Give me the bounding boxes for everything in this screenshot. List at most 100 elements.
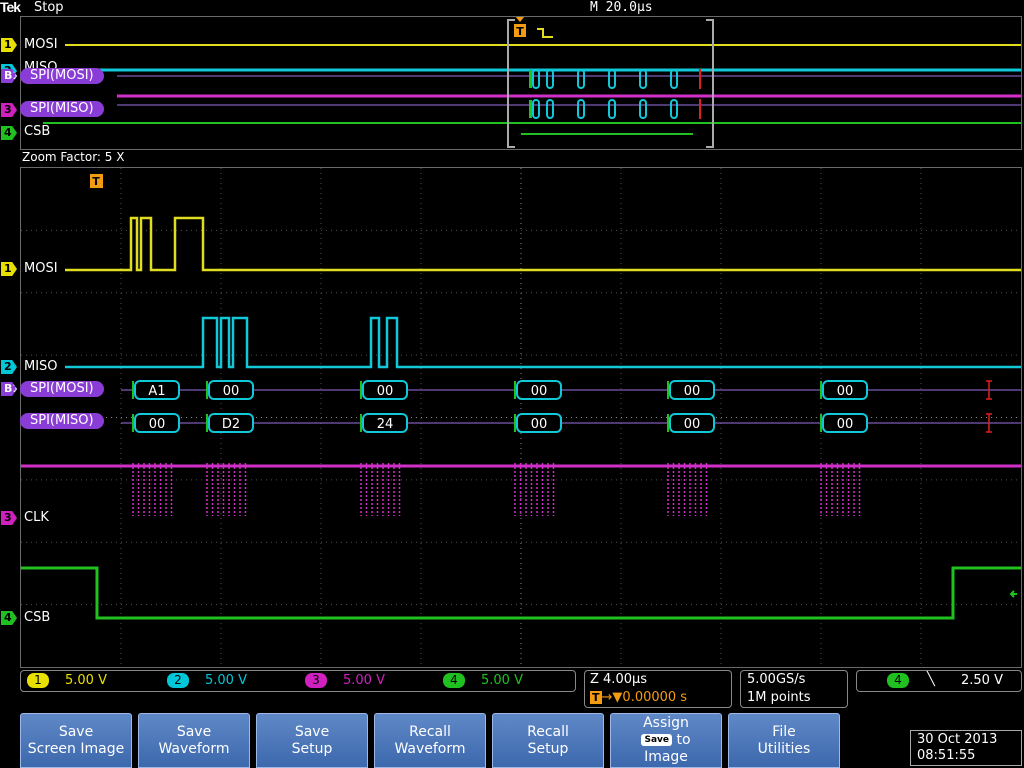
softkey-line2: Setup bbox=[527, 740, 569, 757]
overview-bus-miso-packet bbox=[608, 99, 616, 119]
trigger-level-value: 2.50 V bbox=[961, 673, 1003, 688]
file-utilities-button[interactable]: File Utilities bbox=[728, 713, 840, 768]
overview-bus-mosi-label: SPI(MOSI) bbox=[20, 68, 104, 84]
zoom-time-value: Z 4.00µs bbox=[590, 672, 648, 687]
sample-rate-value: 5.00GS/s bbox=[747, 672, 806, 687]
save-setup-button[interactable]: Save Setup bbox=[256, 713, 368, 768]
softkey-line1: Save bbox=[58, 723, 94, 740]
overview-bus-mosi-packet bbox=[670, 69, 678, 89]
assign-save-button[interactable]: Assign Save to Image bbox=[610, 713, 722, 768]
overview-bus-mosi-packet bbox=[639, 69, 647, 89]
overview-trigger-arrow bbox=[515, 17, 525, 22]
zoom-ch4-label: CSB bbox=[24, 610, 51, 625]
mosi-byte-text: 00 bbox=[531, 384, 548, 399]
zoom-clk-burst bbox=[820, 463, 861, 516]
miso-byte-text: 00 bbox=[837, 417, 854, 432]
softkey-line1: File bbox=[772, 723, 796, 740]
ch2-badge: 2 bbox=[167, 673, 189, 688]
horizontal-scale-readout: M 20.0µs bbox=[590, 0, 653, 15]
ch4-badge: 4 bbox=[443, 673, 465, 688]
miso-byte-text: 00 bbox=[684, 417, 701, 432]
overview-traces: T bbox=[43, 17, 1021, 148]
overview-waveform-pane[interactable]: T bbox=[20, 16, 1022, 150]
overview-ch4-label: CSB bbox=[24, 124, 51, 139]
trigger-readout[interactable]: 4 ╲ 2.50 V bbox=[856, 670, 1022, 692]
overview-bus-mosi-packet bbox=[608, 69, 616, 89]
mosi-byte-text: 00 bbox=[377, 384, 394, 399]
softkey-line2: Setup bbox=[291, 740, 333, 757]
softkey-line1: Save bbox=[294, 723, 330, 740]
overview-bus-miso-packet bbox=[639, 99, 647, 119]
zoom-ch2-label: MISO bbox=[24, 359, 58, 374]
ch4-scale-value: 5.00 V bbox=[481, 673, 523, 688]
recall-waveform-button[interactable]: Recall Waveform bbox=[374, 713, 486, 768]
softkey-line1: Assign bbox=[643, 715, 689, 731]
ch1-scale-readout[interactable]: 1 5.00 V bbox=[27, 673, 107, 688]
recall-setup-button[interactable]: Recall Setup bbox=[492, 713, 604, 768]
zoom-timebase-readout[interactable]: Z 4.00µs T →▼0.00000 s bbox=[584, 670, 732, 708]
overview-bus-miso-label: SPI(MISO) bbox=[20, 101, 104, 117]
mosi-byte-text: 00 bbox=[837, 384, 854, 399]
zoom-ch3-marker[interactable]: 3 bbox=[1, 511, 17, 525]
miso-byte-text: 00 bbox=[149, 417, 166, 432]
channel-scale-readouts[interactable]: 1 5.00 V 2 5.00 V 3 5.00 V 4 5.00 V bbox=[20, 670, 576, 692]
ch3-scale-value: 5.00 V bbox=[343, 673, 385, 688]
ch3-scale-readout[interactable]: 3 5.00 V bbox=[305, 673, 385, 688]
overview-bus-mosi-packet bbox=[577, 69, 585, 89]
softkey-line1: Recall bbox=[527, 723, 569, 740]
overview-bus-mosi-packet bbox=[532, 69, 540, 89]
softkey-line2: Waveform bbox=[394, 740, 466, 757]
zoom-miso-trace bbox=[65, 316, 1021, 369]
ch4-scale-readout[interactable]: 4 5.00 V bbox=[443, 673, 523, 688]
zoom-mosi-trace bbox=[65, 216, 1021, 272]
overview-bus-mosi-packet bbox=[546, 69, 554, 89]
overview-bus-miso-packet bbox=[546, 99, 554, 119]
acquisition-readout[interactable]: 5.00GS/s 1M points bbox=[740, 670, 848, 708]
zoom-bus-mosi-label: SPI(MOSI) bbox=[20, 381, 104, 397]
trigger-position-readout: T →▼0.00000 s bbox=[590, 690, 687, 705]
zoom-ch1-label: MOSI bbox=[24, 261, 58, 276]
trigger-source-badge: 4 bbox=[887, 673, 909, 688]
overview-bus-start-mark bbox=[529, 70, 532, 88]
overview-ch1-label: MOSI bbox=[24, 37, 58, 52]
overview-ch3-marker[interactable]: 3 bbox=[1, 103, 17, 117]
zoom-clk-burst bbox=[360, 463, 401, 516]
softkey-line2: Waveform bbox=[158, 740, 230, 757]
miso-byte-text: D2 bbox=[222, 417, 240, 432]
overview-bus-miso-packet bbox=[577, 99, 585, 119]
overview-bus-miso-packet bbox=[532, 99, 540, 119]
miso-byte-text: 00 bbox=[531, 417, 548, 432]
save-key-icon: Save bbox=[641, 734, 672, 746]
zoom-window-left-bracket bbox=[507, 19, 515, 148]
softkey-line3: Image bbox=[644, 749, 688, 765]
softkey-line1: Recall bbox=[409, 723, 451, 740]
overview-mosi-burst bbox=[537, 28, 553, 38]
zoom-traces: T A1 00 00 00 00 00 00 D2 24 00 00 00 bbox=[21, 168, 1021, 667]
falling-edge-icon: ╲ bbox=[927, 672, 935, 687]
ch2-scale-readout[interactable]: 2 5.00 V bbox=[167, 673, 247, 688]
zoom-clk-burst bbox=[132, 463, 173, 516]
ch2-scale-value: 5.00 V bbox=[205, 673, 247, 688]
zoom-ch1-marker[interactable]: 1 bbox=[1, 262, 17, 276]
zoom-ch2-marker[interactable]: 2 bbox=[1, 360, 17, 374]
miso-byte-text: 24 bbox=[377, 417, 394, 432]
csb-trigger-level-marker bbox=[1009, 590, 1017, 598]
time-value: 08:51:55 bbox=[917, 748, 976, 763]
trigger-t-icon: T bbox=[590, 691, 602, 704]
overview-ch1-marker[interactable]: 1 bbox=[1, 38, 17, 52]
softkey-line2: Utilities bbox=[757, 740, 811, 757]
overview-ch4-marker[interactable]: 4 bbox=[1, 126, 17, 140]
zoom-clk-burst bbox=[206, 463, 247, 516]
save-screen-image-button[interactable]: Save Screen Image bbox=[20, 713, 132, 768]
zoom-ch4-marker[interactable]: 4 bbox=[1, 611, 17, 625]
softkey-line2: to bbox=[676, 732, 691, 748]
save-waveform-button[interactable]: Save Waveform bbox=[138, 713, 250, 768]
zoom-bus1-marker[interactable]: B1 bbox=[1, 382, 17, 396]
mosi-byte-text: 00 bbox=[684, 384, 701, 399]
acquisition-state: Stop bbox=[34, 0, 64, 15]
zoom-waveform-pane[interactable]: T A1 00 00 00 00 00 00 D2 24 00 00 00 bbox=[20, 167, 1022, 668]
trigger-position-value: ▼0.00000 s bbox=[612, 690, 688, 705]
record-length-value: 1M points bbox=[747, 690, 811, 705]
brand-logo: Tek bbox=[0, 0, 21, 15]
zoom-ch3-label: CLK bbox=[24, 510, 49, 525]
